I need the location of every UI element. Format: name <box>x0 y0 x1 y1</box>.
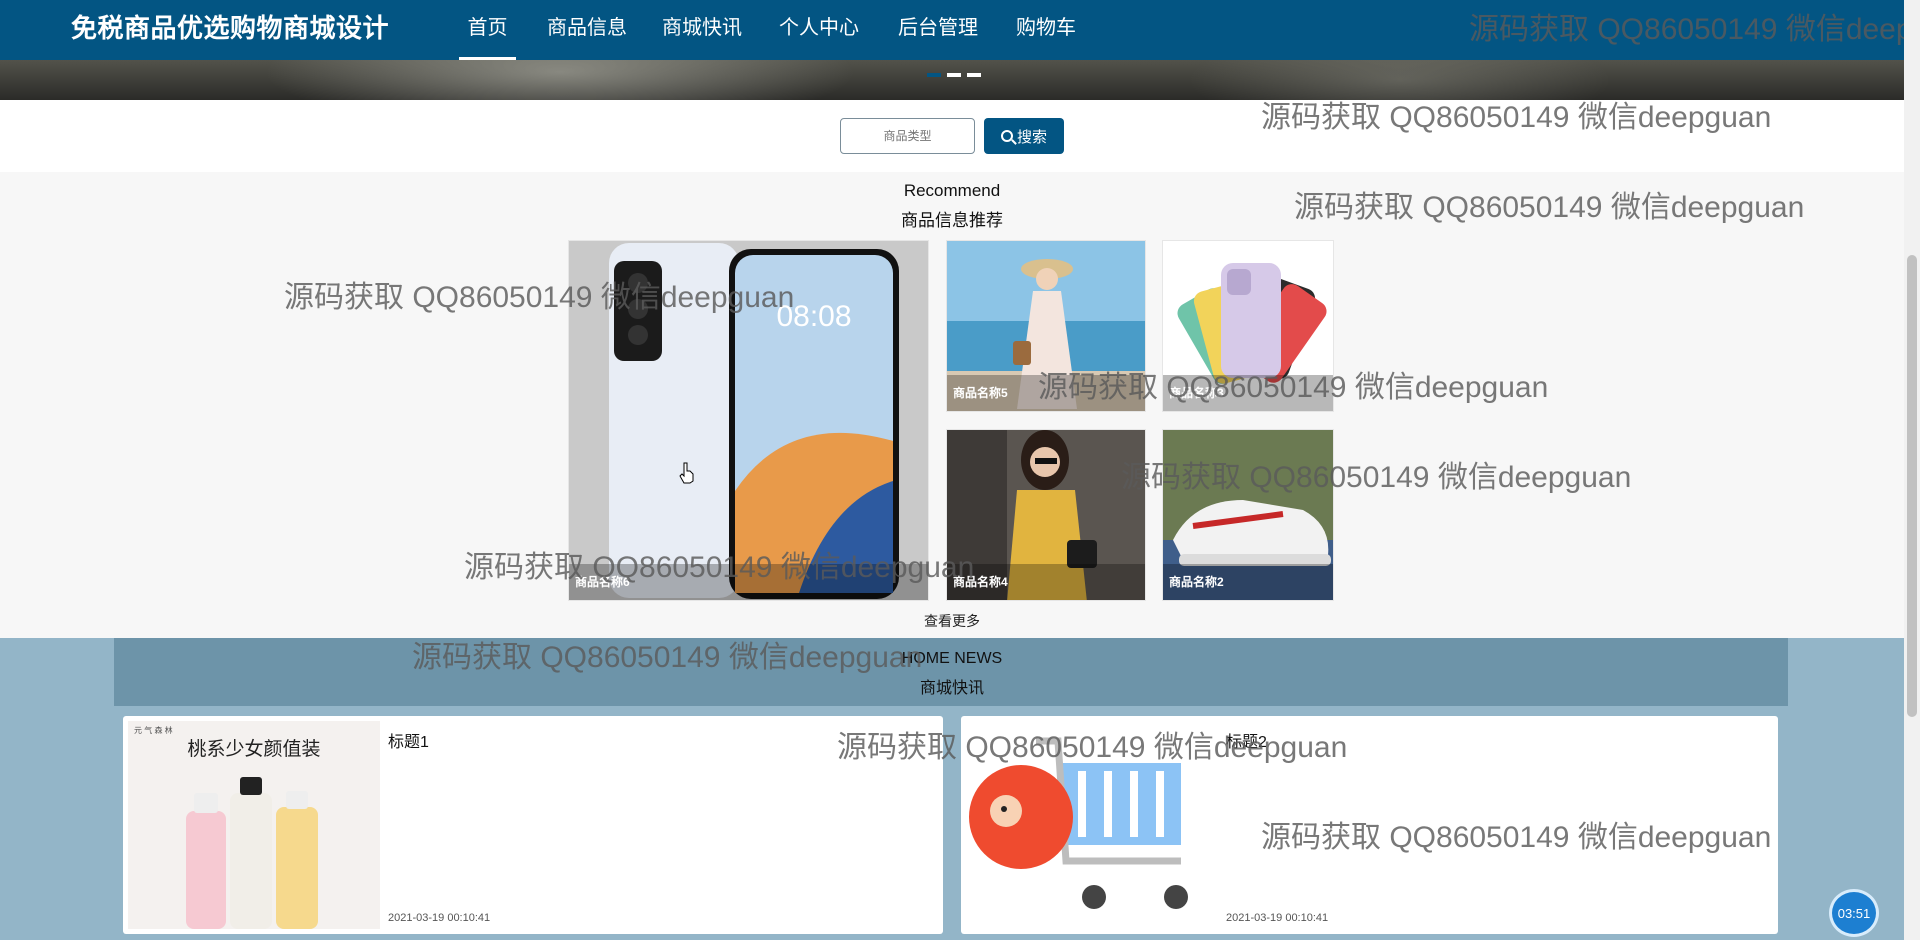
nav-products[interactable]: 商品信息 <box>547 0 627 60</box>
news-card[interactable]: 标题2 2021-03-19 00:10:41 <box>961 716 1778 934</box>
drinks-image-tag: 元 气 森 林 <box>134 725 173 735</box>
drinks-image-caption: 桃系少女颜值装 <box>187 738 320 760</box>
site-title: 免税商品优选购物商城设计 <box>71 13 390 43</box>
product-name: 商品名称6 <box>569 564 928 600</box>
search-button-label: 搜索 <box>1016 128 1047 146</box>
page-scrollbar[interactable] <box>1904 0 1920 940</box>
carousel-indicators <box>927 73 981 77</box>
hand-cursor-icon <box>679 462 694 484</box>
product-name: 商品名称2 <box>1163 564 1333 600</box>
phone-image: 08:08 <box>609 243 899 599</box>
carousel-dot[interactable] <box>947 73 961 77</box>
nav-cart[interactable]: 购物车 <box>1016 0 1076 60</box>
drinks-image: 元 气 森 林 桃系少女颜值装 <box>128 721 380 929</box>
product-card-large[interactable]: 08:08 商品名称6 <box>568 240 929 601</box>
product-name: 商品名称3 <box>1163 375 1333 411</box>
product-card[interactable]: 商品名称4 <box>946 429 1146 601</box>
carousel-dot[interactable] <box>927 73 941 77</box>
recommend-title-zh: 商品信息推荐 <box>901 211 1003 230</box>
product-name: 商品名称5 <box>947 375 1145 411</box>
news-title: 标题1 <box>388 734 429 751</box>
nav-personal-center[interactable]: 个人中心 <box>779 0 859 60</box>
news-title-en: HOME NEWS <box>901 650 1003 667</box>
news-date: 2021-03-19 00:10:41 <box>388 912 491 924</box>
timer-badge[interactable]: 03:51 <box>1829 889 1879 937</box>
news-card[interactable]: 元 气 森 林 桃系少女颜值装 标题1 2021-03-19 00:10:41 <box>123 716 943 934</box>
nav-home[interactable]: 首页 <box>459 0 516 60</box>
top-navbar: 免税商品优选购物商城设计 首页 商品信息 商城快讯 个人中心 后台管理 购物车 <box>0 0 1904 60</box>
nav-admin[interactable]: 后台管理 <box>898 0 978 60</box>
product-card[interactable]: 商品名称5 <box>946 240 1146 412</box>
product-type-search-input[interactable] <box>840 118 975 154</box>
search-button[interactable]: 搜索 <box>984 118 1064 154</box>
carousel-dot[interactable] <box>967 73 981 77</box>
product-name: 商品名称4 <box>947 564 1145 600</box>
shopping-cart-image <box>966 721 1218 929</box>
search-icon <box>1000 130 1013 142</box>
news-title-zh: 商城快讯 <box>919 680 984 697</box>
phone-screen-time: 08:08 <box>776 300 851 333</box>
scrollbar-thumb[interactable] <box>1907 255 1917 717</box>
news-title: 标题2 <box>1226 734 1267 751</box>
view-more-link[interactable]: 查看更多 <box>0 611 1904 631</box>
news-date: 2021-03-19 00:10:41 <box>1226 912 1329 924</box>
product-card[interactable]: 商品名称2 <box>1162 429 1334 601</box>
product-card[interactable]: 商品名称3 <box>1162 240 1334 412</box>
recommend-title-en: Recommend <box>903 181 1001 200</box>
nav-news[interactable]: 商城快讯 <box>662 0 742 60</box>
